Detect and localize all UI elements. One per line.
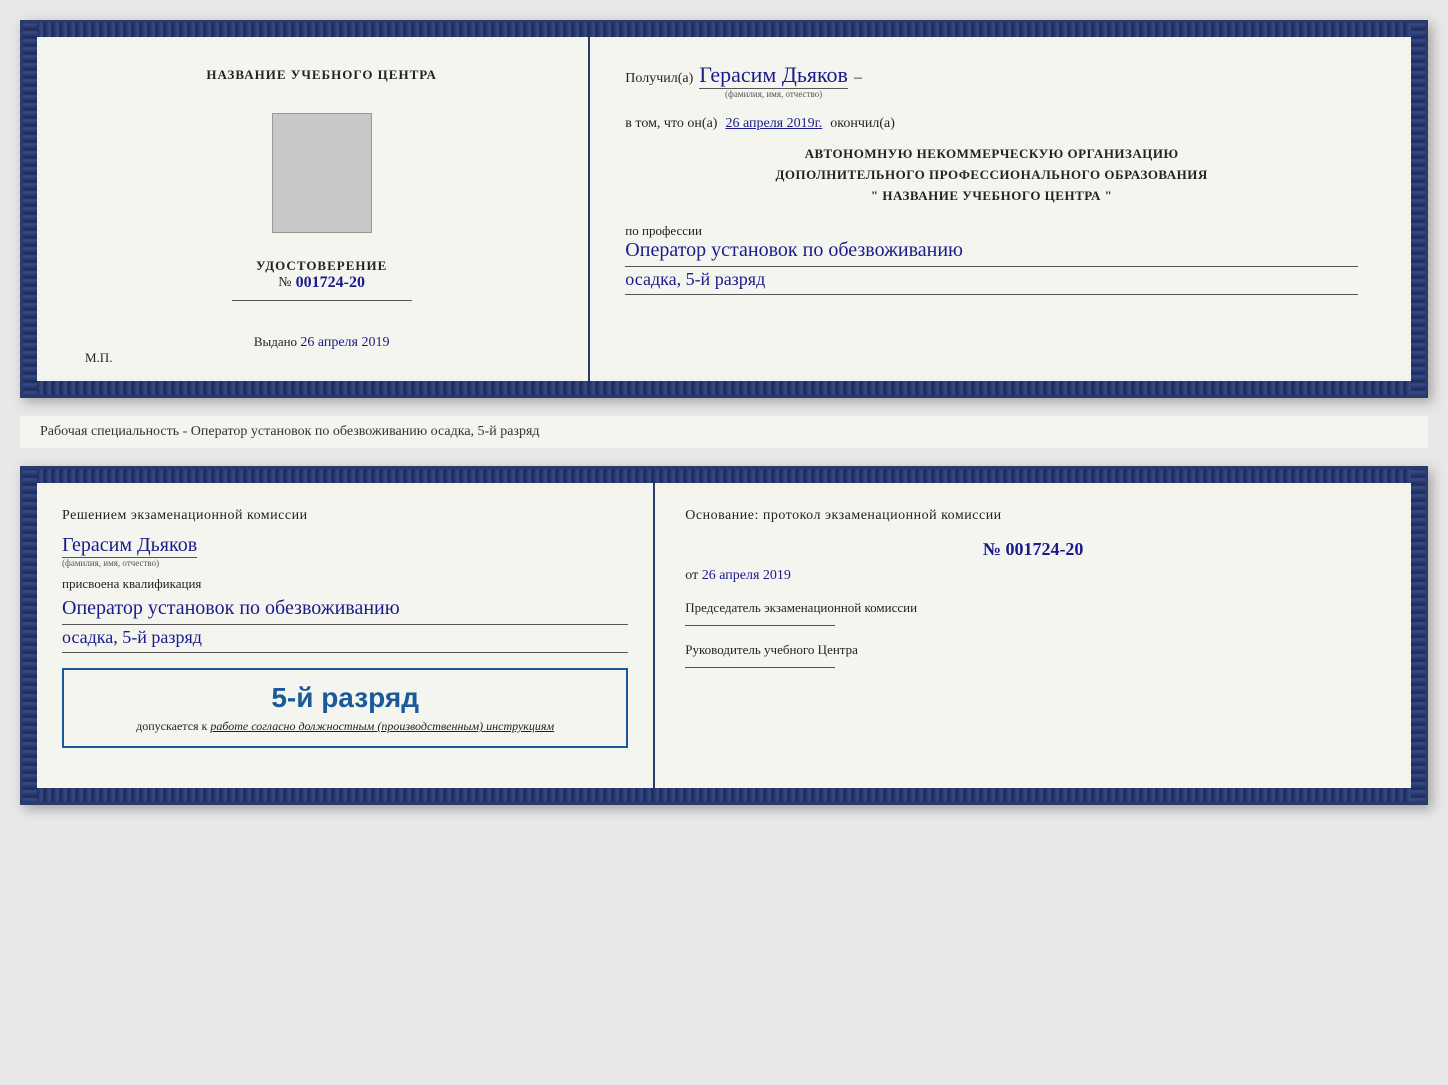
top-left-panel: НАЗВАНИЕ УЧЕБНОГО ЦЕНТРА УДОСТОВЕРЕНИЕ №…: [55, 37, 590, 381]
stamp-italic-text: работе согласно должностным (производств…: [210, 719, 554, 733]
chairman-label: Председатель экзаменационной комиссии: [685, 599, 1381, 617]
stamp-box: 5-й разряд допускается к работе согласно…: [62, 668, 628, 748]
cert-number-prefix: №: [278, 275, 291, 291]
org-line1: АВТОНОМНУЮ НЕКОММЕРЧЕСКУЮ ОРГАНИЗАЦИЮ: [625, 144, 1358, 165]
org-line2: ДОПОЛНИТЕЛЬНОГО ПРОФЕССИОНАЛЬНОГО ОБРАЗО…: [625, 165, 1358, 186]
protocol-prefix: №: [983, 539, 1001, 559]
completion-date: 26 апреля 2019г.: [725, 116, 822, 132]
photo-placeholder: [272, 113, 372, 233]
issued-date: 26 апреля 2019: [300, 335, 389, 350]
bottom-rank-hw: осадка, 5-й разряд: [62, 627, 628, 653]
bottom-left-panel: Решением экзаменационной комиссии Гераси…: [37, 483, 655, 788]
bottom-border-decoration: [23, 381, 1425, 395]
recipient-sublabel: (фамилия, имя, отчество): [725, 89, 822, 99]
top-right-panel: Получил(а) Герасим Дьяков (фамилия, имя,…: [590, 37, 1393, 381]
training-center-title: НАЗВАНИЕ УЧЕБНОГО ЦЕНТРА: [206, 67, 437, 83]
left-border-decoration: [23, 23, 37, 395]
stamp-prefix-text: допускается к: [136, 719, 207, 733]
bottom-certificate: Решением экзаменационной комиссии Гераси…: [20, 466, 1428, 805]
reason-text: Основание: протокол экзаменационной коми…: [685, 508, 1381, 524]
cert-number: 001724-20: [296, 274, 365, 292]
profession-hw: Оператор установок по обезвоживанию: [625, 239, 1358, 267]
finished-label: окончил(а): [830, 116, 895, 132]
protocol-date-section: от 26 апреля 2019: [685, 568, 1381, 584]
cert-body-bottom: Решением экзаменационной комиссии Гераси…: [23, 483, 1425, 788]
document-container: НАЗВАНИЕ УЧЕБНОГО ЦЕНТРА УДОСТОВЕРЕНИЕ №…: [20, 20, 1428, 805]
received-prefix: Получил(а): [625, 71, 693, 87]
protocol-number-section: № 001724-20: [685, 539, 1381, 560]
bottom-cert-top-border: [23, 469, 1425, 483]
top-certificate: НАЗВАНИЕ УЧЕБНОГО ЦЕНТРА УДОСТОВЕРЕНИЕ №…: [20, 20, 1428, 398]
mp-label: М.П.: [85, 350, 112, 366]
decision-text: Решением экзаменационной комиссии: [62, 508, 628, 524]
top-border-decoration: [23, 23, 1425, 37]
dash: –: [854, 69, 862, 87]
stamp-rank-text: 5-й разряд: [79, 682, 611, 714]
dated-line: в том, что он(а) 26 апреля 2019г. окончи…: [625, 116, 1358, 132]
director-signature-line: [685, 667, 835, 668]
org-text: АВТОНОМНУЮ НЕКОММЕРЧЕСКУЮ ОРГАНИЗАЦИЮ ДО…: [625, 144, 1358, 206]
bottom-cert-right-border: [1411, 469, 1425, 802]
director-label: Руководитель учебного Центра: [685, 641, 1381, 659]
middle-separator: Рабочая специальность - Оператор установ…: [20, 416, 1428, 448]
bottom-qualification-hw: Оператор установок по обезвоживанию: [62, 597, 628, 625]
protocol-number: 001724-20: [1005, 539, 1083, 559]
cert-body-top: НАЗВАНИЕ УЧЕБНОГО ЦЕНТРА УДОСТОВЕРЕНИЕ №…: [23, 37, 1425, 381]
rank-hw: осадка, 5-й разряд: [625, 269, 1358, 295]
official-section: Председатель экзаменационной комиссии Ру…: [685, 599, 1381, 668]
recipient-name: Герасим Дьяков: [699, 62, 848, 89]
profession-section: по профессии Оператор установок по обезв…: [625, 223, 1358, 295]
bottom-person-sublabel: (фамилия, имя, отчество): [62, 558, 159, 568]
bottom-cert-bottom-border: [23, 788, 1425, 802]
bottom-right-panel: Основание: протокол экзаменационной коми…: [655, 483, 1411, 788]
issued-section: Выдано 26 апреля 2019: [254, 334, 390, 351]
stamp-prefix: допускается к работе согласно должностны…: [79, 719, 611, 734]
profession-prefix: по профессии: [625, 223, 1358, 239]
cert-label: УДОСТОВЕРЕНИЕ: [232, 258, 412, 274]
cert-number-section: УДОСТОВЕРЕНИЕ № 001724-20: [232, 258, 412, 309]
org-line3: " НАЗВАНИЕ УЧЕБНОГО ЦЕНТРА ": [625, 186, 1358, 207]
issued-prefix: Выдано: [254, 334, 297, 349]
date-prefix: от: [685, 568, 698, 583]
signature-line: [232, 300, 412, 301]
in-that-prefix: в том, что он(а): [625, 116, 717, 132]
chairman-signature-line: [685, 625, 835, 626]
right-border-decoration: [1411, 23, 1425, 395]
middle-separator-text: Рабочая специальность - Оператор установ…: [40, 424, 540, 439]
date-value: 26 апреля 2019: [702, 568, 791, 583]
bottom-cert-left-border: [23, 469, 37, 802]
qualification-prefix: присвоена квалификация: [62, 576, 628, 592]
bottom-person-name: Герасим Дьяков: [62, 534, 197, 558]
